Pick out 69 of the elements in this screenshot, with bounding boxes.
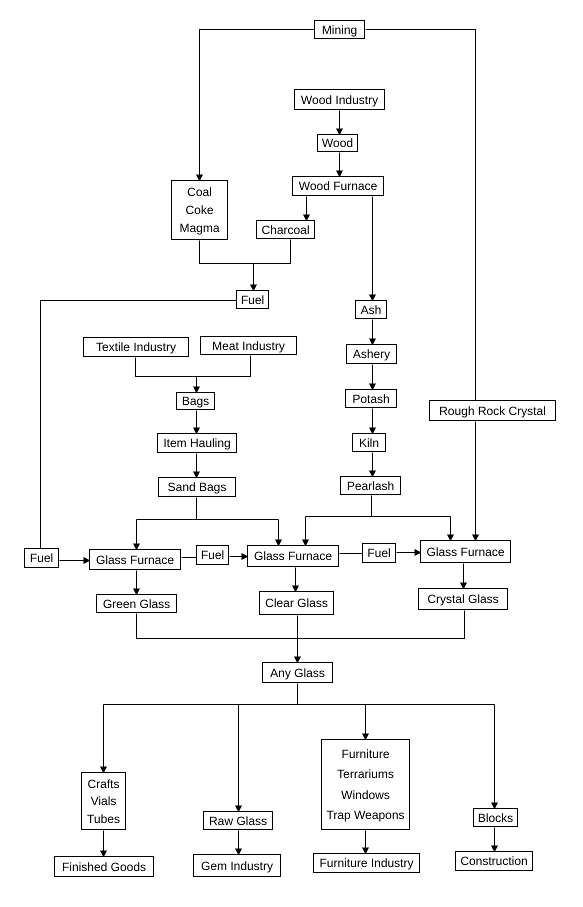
connector-line	[181, 557, 197, 558]
connector-arrow	[133, 570, 140, 596]
node-label: Furniture	[341, 746, 390, 761]
flow-node: Glass Furnace	[420, 540, 511, 563]
connector-arrow	[396, 549, 422, 556]
node-label: Crafts	[87, 776, 120, 790]
connector-arrow	[229, 553, 248, 560]
node-label: Windows	[341, 788, 390, 802]
connector-arrow	[292, 567, 299, 592]
flow-node: Wood	[317, 134, 358, 152]
flow-node: Charcoal	[256, 220, 315, 239]
connector-arrow	[369, 408, 376, 434]
flow-node: Rough Rock Crystal	[429, 400, 556, 421]
flow-node: Ashery	[346, 344, 397, 364]
flow-node: Wood Industry	[294, 89, 385, 110]
connector-arrow	[491, 827, 498, 852]
node-label: Terrariums	[337, 767, 394, 782]
flow-node: Wood Furnace	[292, 176, 384, 196]
connector-arrow	[447, 516, 454, 542]
connector-line	[339, 553, 363, 554]
connector-arrow	[275, 519, 282, 546]
flow-node: Potash	[345, 389, 397, 408]
connector-arrow	[193, 410, 200, 434]
connector-arrow	[336, 110, 343, 136]
node-label: Coke	[185, 203, 214, 217]
connector-arrow	[460, 563, 467, 590]
connector-arrow	[193, 376, 200, 394]
node-label: Trap Weapons	[326, 808, 405, 822]
flow-node: Finished Goods	[54, 856, 154, 877]
flow-node: Ash	[355, 300, 387, 319]
flow-node: Fuel	[362, 543, 396, 563]
flow-node: Sand Bags	[158, 477, 236, 497]
flow-node: Green Glass	[96, 594, 177, 613]
flow-node: Meat Industry	[200, 336, 297, 355]
connector-arrow	[369, 319, 376, 346]
flow-node: Mining	[314, 20, 365, 39]
flow-node: Gem Industry	[193, 854, 281, 877]
flow-node: Glass Furnace	[247, 545, 339, 567]
connector-arrow	[336, 152, 343, 178]
flow-node: Textile Industry	[83, 337, 189, 357]
flow-node: Fuel	[24, 548, 59, 568]
connector-arrow	[294, 615, 301, 664]
flow-node: Blocks	[473, 808, 518, 827]
connector-arrow	[302, 516, 309, 546]
flow-node: Fuel	[196, 545, 229, 565]
flow-node: Any Glass	[262, 662, 333, 683]
node-label: Magma	[179, 221, 220, 235]
flow-node: Bags	[176, 392, 215, 410]
node-label: Tubes	[87, 812, 120, 826]
connector-arrow	[369, 452, 376, 478]
flow-node: Clear Glass	[259, 591, 334, 615]
flow-node: Furniture Industry	[313, 853, 420, 873]
flow-node: Kiln	[352, 433, 386, 452]
connector-arrow	[369, 364, 376, 390]
connector-arrow	[193, 453, 200, 478]
node-label: Vials	[90, 794, 116, 808]
connector-arrow	[235, 830, 242, 856]
flow-node: Crystal Glass	[418, 588, 508, 610]
connector-arrow	[303, 196, 310, 222]
connector-arrow	[133, 519, 140, 550]
flow-node: Item Hauling	[157, 433, 237, 453]
connector-arrow	[250, 263, 257, 292]
node-label: Coal	[187, 185, 212, 199]
flow-node: Construction	[455, 851, 533, 871]
flow-node: Glass Furnace	[89, 549, 181, 570]
flow-node: Fuel	[236, 290, 269, 309]
flow-node: Pearlash	[340, 476, 401, 495]
connector-arrow	[59, 557, 90, 564]
flow-node: Raw Glass	[203, 811, 273, 830]
